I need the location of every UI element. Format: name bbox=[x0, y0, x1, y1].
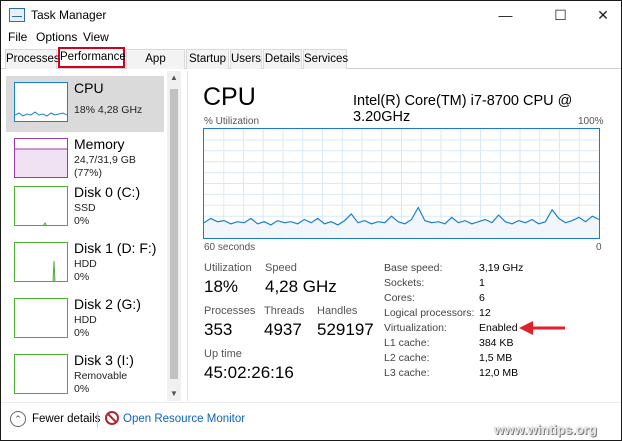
sidebar-item-label: Disk 1 (D: F:) bbox=[74, 240, 157, 256]
tab-app-history[interactable]: App history bbox=[126, 49, 185, 83]
virtualization-value: Enabled bbox=[479, 322, 518, 334]
l3-cache-value: 12,0 MB bbox=[479, 367, 519, 379]
resource-sidebar: CPU 18% 4,28 GHz Memory 24,7/31,9 GB (77… bbox=[1, 71, 181, 401]
tab-details[interactable]: Details bbox=[263, 49, 302, 69]
sidebar-item-label: Memory bbox=[74, 136, 125, 152]
logical-processors-label: Logical processors: bbox=[384, 307, 475, 319]
minimize-button[interactable]: — bbox=[483, 1, 528, 29]
close-button[interactable]: ✕ bbox=[585, 1, 621, 29]
virtualization-label: Virtualization: bbox=[384, 322, 447, 334]
disk-thumbnail-graph bbox=[14, 298, 68, 338]
sidebar-item-disk-0[interactable]: Disk 0 (C:) SSD 0% bbox=[6, 180, 164, 236]
tab-users[interactable]: Users bbox=[230, 49, 262, 69]
utilization-value: 18% bbox=[204, 277, 239, 296]
graph-max-label: 100% bbox=[578, 116, 604, 127]
l3-cache-label: L3 cache: bbox=[384, 367, 430, 379]
sockets-value: 1 bbox=[479, 277, 485, 289]
cpu-thumbnail-graph bbox=[14, 82, 68, 122]
tab-services[interactable]: Services bbox=[303, 49, 348, 69]
base-speed-value: 3,19 GHz bbox=[479, 262, 524, 274]
sidebar-item-sub: 24,7/31,9 GB (77%) bbox=[74, 154, 136, 179]
sidebar-item-sub: 0% bbox=[74, 327, 90, 339]
watermark: www.wintips.org bbox=[494, 422, 597, 437]
sidebar-item-label: Disk 2 (G:) bbox=[74, 296, 141, 312]
page-title: CPU bbox=[203, 83, 256, 111]
memory-thumbnail-graph bbox=[14, 138, 68, 178]
cores-label: Cores: bbox=[384, 292, 415, 304]
cpu-utilization-graph bbox=[203, 128, 600, 239]
uptime-value: 45:02:26:16 bbox=[204, 363, 294, 382]
menu-view[interactable]: View bbox=[83, 30, 109, 44]
window-title: Task Manager bbox=[31, 8, 107, 22]
sidebar-item-sub: HDD bbox=[74, 258, 97, 270]
sidebar-item-sub: 18% 4,28 GHz bbox=[74, 104, 143, 116]
cores-value: 6 bbox=[479, 292, 485, 304]
scroll-up-icon[interactable]: ▲ bbox=[167, 71, 181, 85]
footer-separator bbox=[97, 411, 98, 427]
menu-options[interactable]: Options bbox=[36, 30, 77, 44]
sidebar-item-disk-2[interactable]: Disk 2 (G:) HDD 0% bbox=[6, 292, 164, 348]
fewer-details-link[interactable]: Fewer details bbox=[32, 413, 100, 425]
sidebar-item-sub: 0% bbox=[74, 271, 90, 283]
sidebar-item-disk-3[interactable]: Disk 3 (I:) Removable 0% bbox=[6, 348, 164, 404]
logical-processors-value: 12 bbox=[479, 307, 491, 319]
sidebar-item-disk-1[interactable]: Disk 1 (D: F:) HDD 0% bbox=[6, 236, 164, 292]
task-manager-icon bbox=[9, 8, 25, 22]
graph-time-label: 60 seconds bbox=[204, 242, 256, 253]
sidebar-item-sub: Removable bbox=[74, 370, 128, 382]
menu-bar: File Options View bbox=[1, 29, 621, 47]
l2-cache-label: L2 cache: bbox=[384, 352, 430, 364]
scroll-down-icon[interactable]: ▼ bbox=[167, 387, 181, 401]
sidebar-scrollbar[interactable]: ▲ ▼ bbox=[167, 71, 181, 401]
l1-cache-value: 384 KB bbox=[479, 337, 514, 349]
speed-label: Speed bbox=[265, 262, 297, 274]
tab-startup[interactable]: Startup bbox=[186, 49, 229, 69]
l2-cache-value: 1,5 MB bbox=[479, 352, 513, 364]
tab-processes[interactable]: Processes bbox=[5, 49, 60, 69]
scrollbar-thumb[interactable] bbox=[170, 89, 178, 379]
resource-monitor-icon[interactable] bbox=[105, 411, 119, 425]
sidebar-item-label: Disk 3 (I:) bbox=[74, 352, 134, 368]
disk-thumbnail-graph bbox=[14, 186, 68, 226]
red-arrow-icon bbox=[519, 321, 565, 335]
task-manager-window: Task Manager — ☐ ✕ File Options View Pro… bbox=[0, 0, 622, 441]
chevron-up-icon[interactable]: ⌃ bbox=[10, 411, 26, 427]
processes-label: Processes bbox=[204, 305, 256, 317]
maximize-button[interactable]: ☐ bbox=[538, 1, 583, 29]
handles-label: Handles bbox=[317, 305, 358, 317]
uptime-label: Up time bbox=[204, 348, 242, 360]
title-bar: Task Manager — ☐ ✕ bbox=[1, 1, 621, 29]
sidebar-item-sub: 0% bbox=[74, 215, 90, 227]
sidebar-item-label: CPU bbox=[74, 80, 104, 96]
disk-thumbnail-graph bbox=[14, 354, 68, 394]
sidebar-item-cpu[interactable]: CPU 18% 4,28 GHz bbox=[6, 76, 164, 132]
disk-thumbnail-graph bbox=[14, 242, 68, 282]
sidebar-item-sub: 0% bbox=[74, 383, 90, 395]
sockets-label: Sockets: bbox=[384, 277, 425, 289]
sidebar-item-label: Disk 0 (C:) bbox=[74, 184, 141, 200]
threads-value: 4937 bbox=[264, 320, 302, 339]
sidebar-item-sub: HDD bbox=[74, 314, 97, 326]
tab-bar: Processes Performance App history Startu… bbox=[1, 47, 621, 83]
panel-divider bbox=[187, 71, 188, 401]
handles-value: 529197 bbox=[317, 320, 374, 339]
graph-zero-label: 0 bbox=[596, 242, 602, 253]
menu-file[interactable]: File bbox=[8, 30, 27, 44]
tab-performance[interactable]: Performance bbox=[58, 47, 126, 68]
threads-label: Threads bbox=[264, 305, 305, 317]
processes-value: 353 bbox=[204, 320, 233, 339]
l1-cache-label: L1 cache: bbox=[384, 337, 430, 349]
speed-value: 4,28 GHz bbox=[265, 277, 337, 296]
base-speed-label: Base speed: bbox=[384, 262, 443, 274]
graph-utilization-label: % Utilization bbox=[204, 116, 260, 127]
open-resource-monitor-link[interactable]: Open Resource Monitor bbox=[123, 413, 245, 425]
footer-divider bbox=[1, 402, 621, 403]
utilization-label: Utilization bbox=[204, 262, 252, 274]
sidebar-item-sub: SSD bbox=[74, 202, 96, 214]
